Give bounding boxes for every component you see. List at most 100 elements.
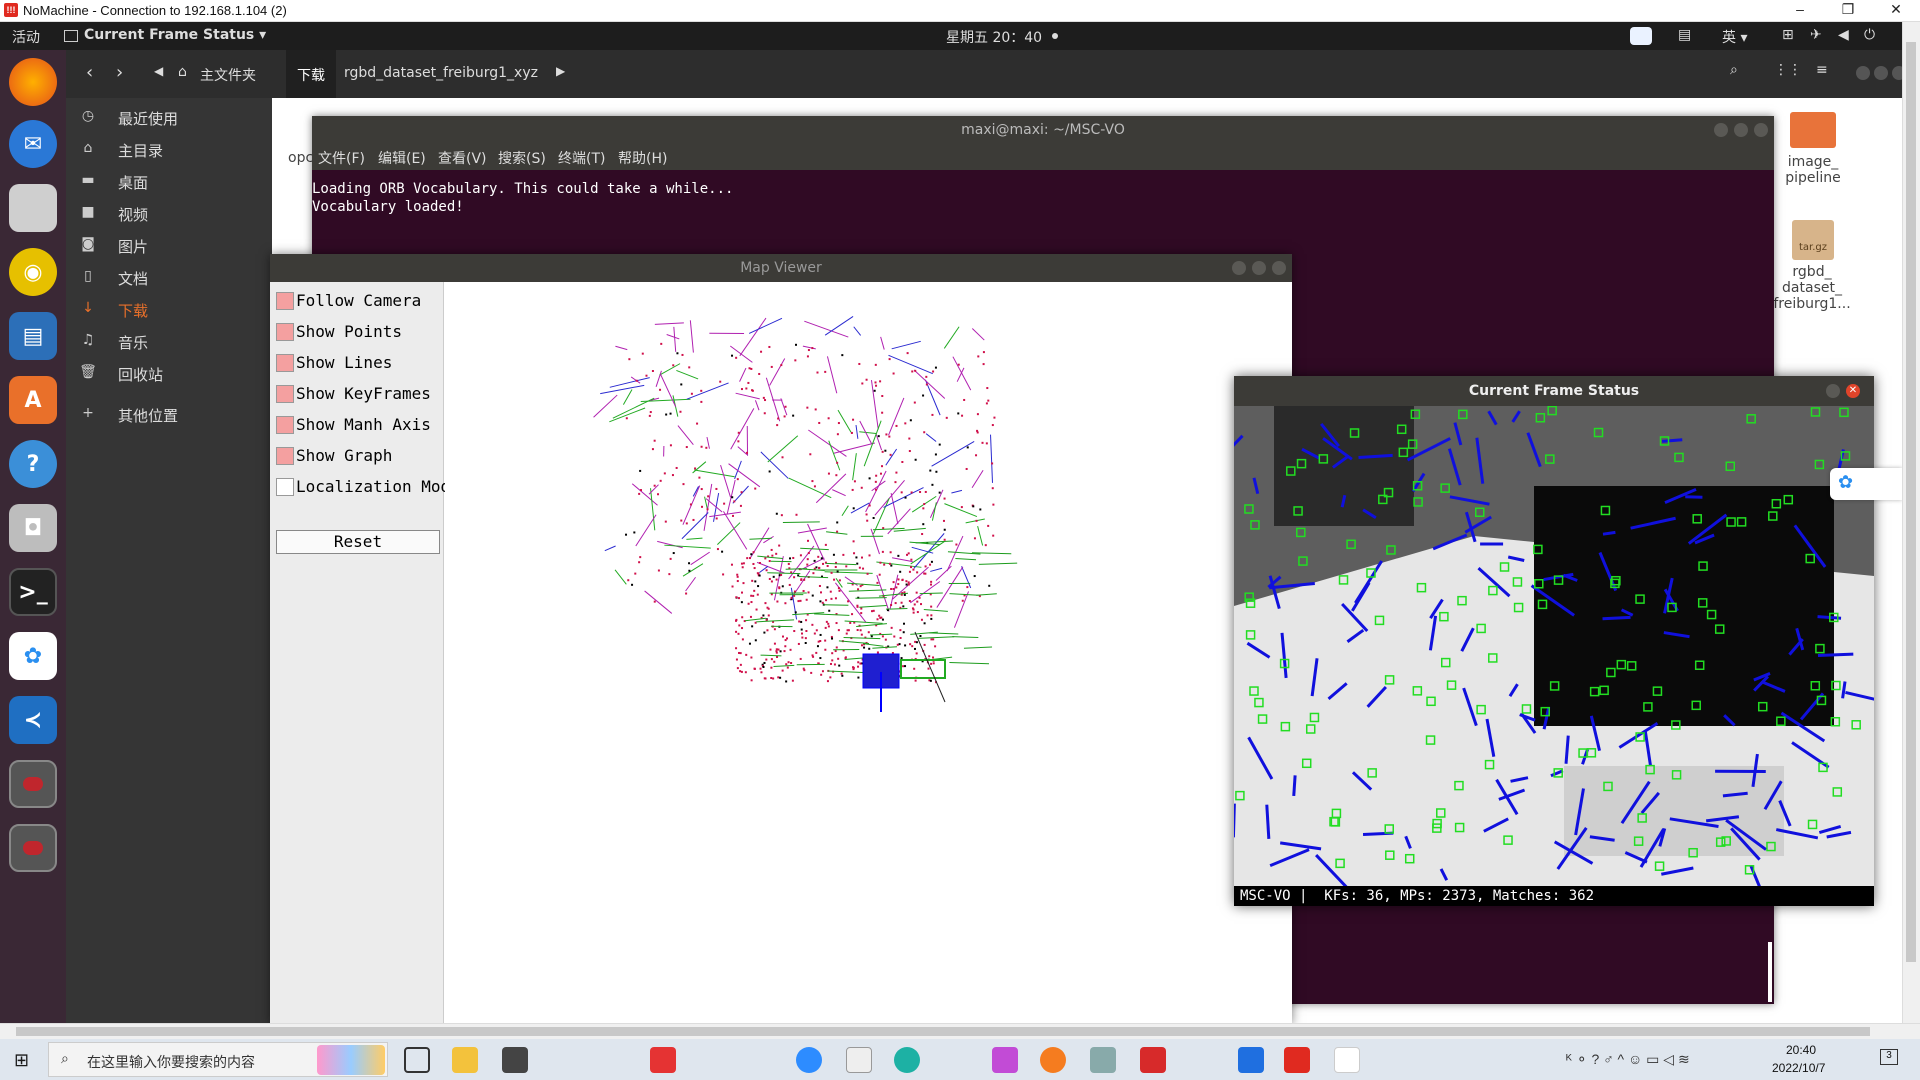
menu-help[interactable]: 帮助(H) (618, 148, 667, 168)
mapviewer-maximize-icon[interactable] (1252, 261, 1266, 275)
sidebar-item-pictures[interactable]: ◙ 图片 (66, 231, 272, 261)
taskbar-search[interactable]: ⌕ 在这里输入你要搜索的内容 (48, 1042, 388, 1077)
terminal-minimize-icon[interactable] (1714, 123, 1728, 137)
terminal-close-icon[interactable] (1754, 123, 1768, 137)
rhythmbox-icon[interactable]: ◉ (9, 248, 57, 296)
map-3d-canvas[interactable] (445, 282, 1292, 1024)
scroll-thumb[interactable] (16, 1027, 1870, 1036)
scroll-thumb[interactable] (1906, 42, 1916, 962)
taskbar-date[interactable]: 2022/10/7 (1772, 1061, 1825, 1075)
help-icon[interactable]: ? (9, 440, 57, 488)
path-downloads[interactable]: 下载 (286, 65, 336, 85)
network-icon[interactable]: ⊞ (1782, 27, 1794, 43)
edge-icon[interactable] (894, 1047, 920, 1073)
airplane-icon[interactable]: ✈ (1810, 27, 1822, 43)
view-options-icon[interactable]: ⋮⋮ (1774, 62, 1802, 78)
minimize-window-icon[interactable] (1856, 66, 1870, 80)
sidebar-item-home[interactable]: ⌂ 主目录 (66, 135, 272, 165)
taskbar-time[interactable]: 20:40 (1786, 1043, 1816, 1057)
sidebar-item-recent[interactable]: ◷ 最近使用 (66, 103, 272, 133)
window-icon[interactable] (9, 760, 57, 808)
current-frame-status-window[interactable]: Current Frame Status ✕ MSC-VO | KFs: 36,… (1234, 376, 1874, 906)
archive-icon[interactable]: tar.gz (1792, 220, 1834, 260)
path-right-icon[interactable]: ▶ (556, 64, 565, 78)
file-explorer-icon[interactable] (452, 1047, 478, 1073)
window-icon-2[interactable] (9, 824, 57, 872)
sidebar-item-videos[interactable]: ■ 视频 (66, 199, 272, 229)
sidebar-item-desktop[interactable]: ▬ 桌面 (66, 167, 272, 197)
power-icon[interactable]: ⏻ (1864, 27, 1875, 43)
dingtalk-icon[interactable] (1238, 1047, 1264, 1073)
sidebar-item-trash[interactable]: 🗑 回收站 (66, 359, 272, 389)
search-icon[interactable]: ⌕ (1730, 62, 1738, 78)
baidu-netdisk-taskbar-icon[interactable] (1334, 1047, 1360, 1073)
baidu-floating-icon[interactable]: ✿ (1830, 468, 1902, 500)
firefox-taskbar-icon[interactable] (1040, 1047, 1066, 1073)
menu-search[interactable]: 搜索(S) (498, 148, 546, 168)
checkbox[interactable] (276, 292, 294, 310)
sidebar-item-music[interactable]: ♫ 音乐 (66, 327, 272, 357)
close-icon[interactable]: ✕ (1876, 1, 1916, 18)
task-view-icon[interactable] (404, 1047, 430, 1073)
menu-edit[interactable]: 编辑(E) (378, 148, 426, 168)
notification-center-icon[interactable]: 3 (1880, 1049, 1898, 1065)
path-home[interactable]: 主文件夹 (200, 65, 256, 85)
app-menu-button[interactable]: Current Frame Status ▾ (84, 27, 266, 43)
vscode-icon[interactable]: ≺ (9, 696, 57, 744)
terminal-icon[interactable]: >_ (9, 568, 57, 616)
frame-close-icon[interactable]: ✕ (1846, 384, 1860, 398)
file-item-rgbd-archive[interactable]: rgbd_ dataset_ freiburg1... (1772, 264, 1852, 312)
paint-icon[interactable] (992, 1047, 1018, 1073)
screenshot-icon[interactable]: ◘ (9, 504, 57, 552)
checkbox[interactable] (276, 447, 294, 465)
restore-icon[interactable]: ❐ (1828, 1, 1868, 18)
minimize-icon[interactable]: – (1780, 1, 1820, 17)
nomachine-taskbar-icon[interactable] (1284, 1047, 1310, 1073)
checkbox[interactable] (276, 323, 294, 341)
bubble-icon[interactable] (846, 1047, 872, 1073)
writer-icon[interactable]: ▤ (9, 312, 57, 360)
terminal-scrollbar[interactable] (1768, 942, 1772, 1002)
mapviewer-minimize-icon[interactable] (1232, 261, 1246, 275)
menu-icon[interactable]: ≡ (1816, 62, 1828, 78)
path-left-icon[interactable]: ◀ (154, 64, 163, 78)
store-icon[interactable] (502, 1047, 528, 1073)
sidebar-item-other-locations[interactable]: + 其他位置 (66, 400, 272, 430)
nomachine-horizontal-scrollbar[interactable] (0, 1023, 1920, 1039)
baidu-netdisk-icon[interactable]: ✿ (9, 632, 57, 680)
checkbox[interactable] (276, 354, 294, 372)
back-icon[interactable]: ‹ (86, 62, 93, 83)
nomachine-vertical-scrollbar[interactable] (1902, 22, 1920, 1023)
windows-start-icon[interactable]: ⊞ (14, 1050, 29, 1071)
maximize-window-icon[interactable] (1874, 66, 1888, 80)
path-dataset[interactable]: rgbd_dataset_freiburg1_xyz (344, 65, 538, 81)
menu-terminal[interactable]: 终端(T) (558, 148, 605, 168)
input-method-menu[interactable]: 英 ▾ (1722, 27, 1747, 47)
checkbox[interactable] (276, 385, 294, 403)
activities-button[interactable]: 活动 (12, 27, 40, 47)
zoom-icon[interactable] (796, 1047, 822, 1073)
checkbox[interactable] (276, 416, 294, 434)
map-viewer-window[interactable]: Map Viewer Follow Camera Show Points Sho… (270, 254, 1292, 1024)
display-icon[interactable]: ▤ (1678, 27, 1691, 43)
checkbox[interactable] (276, 478, 294, 496)
sidebar-item-documents[interactable]: ▯ 文档 (66, 263, 272, 293)
mapviewer-close-icon[interactable] (1272, 261, 1286, 275)
forward-icon[interactable]: › (116, 62, 123, 83)
menu-view[interactable]: 查看(V) (438, 148, 487, 168)
tray-icons[interactable]: ᴷ ⚬ ? ♂ ^ ☺ ▭ ◁ ≋ (1566, 1051, 1690, 1068)
reset-button[interactable]: Reset (276, 530, 440, 554)
sidebar-item-downloads[interactable]: ↓ 下载 (66, 295, 272, 325)
file-item-image-pipeline[interactable]: image_ pipeline (1773, 154, 1853, 186)
frame-minimize-icon[interactable] (1826, 384, 1840, 398)
youdao-icon[interactable] (650, 1047, 676, 1073)
folder-icon[interactable] (1790, 112, 1836, 148)
terminal-maximize-icon[interactable] (1734, 123, 1748, 137)
baidu-netdisk-tray-icon[interactable] (1630, 27, 1652, 45)
files-icon[interactable] (9, 184, 57, 232)
wps-icon[interactable] (1140, 1047, 1166, 1073)
volume-icon[interactable]: ◀ (1838, 27, 1849, 43)
point-cloud-map[interactable] (445, 282, 1292, 1024)
clock[interactable]: 星期五 20：40 (946, 27, 1042, 47)
photos-icon[interactable] (1090, 1047, 1116, 1073)
